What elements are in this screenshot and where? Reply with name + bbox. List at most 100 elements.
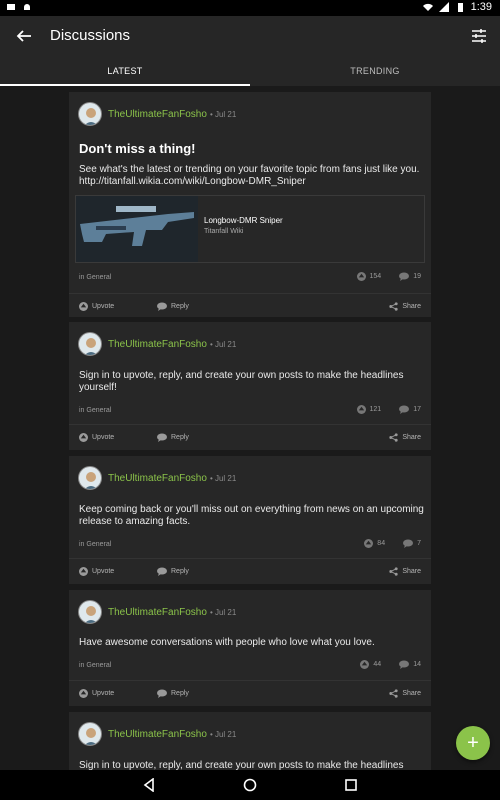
upvote-count-icon xyxy=(356,405,366,414)
reply-count: 19 xyxy=(413,273,421,280)
share-button[interactable]: Share xyxy=(389,559,421,583)
post-body[interactable]: Have awesome conversations with people w… xyxy=(79,637,424,649)
post-category[interactable]: in General xyxy=(79,662,111,669)
post-date: • Jul 21 xyxy=(209,339,237,349)
photo-notification-icon xyxy=(7,4,15,10)
author-name[interactable]: TheUltimateFanFosho xyxy=(108,607,207,618)
status-bar: 1:39 xyxy=(0,0,500,16)
avatar[interactable] xyxy=(78,600,102,624)
avatar[interactable] xyxy=(78,332,102,356)
upvote-label: Upvote xyxy=(92,302,115,310)
new-post-button[interactable]: + xyxy=(456,726,490,760)
share-button[interactable]: Share xyxy=(389,681,421,705)
post-date: • Jul 21 xyxy=(209,729,237,739)
post-actions: Upvote Reply Share xyxy=(69,425,431,449)
share-label: Share xyxy=(402,567,421,575)
reply-icon xyxy=(157,567,167,576)
reply-button[interactable]: Reply xyxy=(157,294,189,318)
reply-button[interactable]: Reply xyxy=(157,425,189,449)
back-nav-icon[interactable] xyxy=(142,778,156,792)
post-card[interactable]: TheUltimateFanFosho • Jul 21 Have awesom… xyxy=(69,590,431,706)
reply-button[interactable]: Reply xyxy=(157,559,189,583)
reply-count: 7 xyxy=(417,540,421,547)
share-label: Share xyxy=(402,433,421,441)
home-nav-icon[interactable] xyxy=(243,778,257,792)
upvote-button[interactable]: Upvote xyxy=(79,681,114,705)
upvote-icon xyxy=(79,688,88,698)
filter-settings-icon[interactable] xyxy=(470,27,488,45)
avatar[interactable] xyxy=(78,722,102,746)
tab-trending[interactable]: TRENDING xyxy=(250,56,500,86)
reply-label: Reply xyxy=(171,433,189,441)
share-icon xyxy=(389,688,398,698)
avatar[interactable] xyxy=(78,102,102,126)
upvote-count-icon xyxy=(360,660,370,669)
post-actions: Upvote Reply Share xyxy=(69,681,431,705)
reply-icon xyxy=(157,433,167,442)
reply-icon xyxy=(157,689,167,698)
reply-count-icon xyxy=(399,660,410,669)
post-header: TheUltimateFanFosho • Jul 21 xyxy=(78,600,236,624)
post-actions: Upvote Reply Share xyxy=(69,294,431,318)
post-category[interactable]: in General xyxy=(79,274,111,281)
author-name[interactable]: TheUltimateFanFosho xyxy=(108,339,207,350)
system-navigation-bar xyxy=(0,770,500,800)
share-button[interactable]: Share xyxy=(389,425,421,449)
author-name[interactable]: TheUltimateFanFosho xyxy=(108,109,207,120)
author-name[interactable]: TheUltimateFanFosho xyxy=(108,473,207,484)
post-header: TheUltimateFanFosho • Jul 21 xyxy=(78,102,236,126)
post-card[interactable]: TheUltimateFanFosho • Jul 21 Sign in to … xyxy=(69,712,431,770)
wifi-icon xyxy=(422,3,433,12)
reply-count: 14 xyxy=(413,661,421,668)
post-stats: 154 19 xyxy=(356,272,421,281)
upvote-count: 154 xyxy=(369,273,382,280)
share-icon xyxy=(389,566,398,576)
post-body[interactable]: Keep coming back or you'll miss out on e… xyxy=(79,504,424,528)
upvote-count-icon xyxy=(364,539,374,548)
post-category[interactable]: in General xyxy=(79,407,111,414)
link-thumbnail xyxy=(76,196,198,262)
reply-count-icon xyxy=(399,272,410,281)
post-card[interactable]: TheUltimateFanFosho • Jul 21 Don't miss … xyxy=(69,92,431,317)
tab-latest[interactable]: LATEST xyxy=(0,56,250,86)
share-icon xyxy=(389,301,398,311)
reply-count-icon xyxy=(403,539,414,548)
reply-label: Reply xyxy=(171,689,189,697)
share-button[interactable]: Share xyxy=(389,294,421,318)
signal-icon xyxy=(438,2,449,12)
upvote-label: Upvote xyxy=(92,689,115,697)
post-title[interactable]: Don't miss a thing! xyxy=(79,141,195,156)
post-body[interactable]: See what's the latest or trending on you… xyxy=(79,164,424,188)
clock: 1:39 xyxy=(470,1,492,13)
post-body[interactable]: Sign in to upvote, reply, and create you… xyxy=(79,370,424,394)
post-category[interactable]: in General xyxy=(79,541,111,548)
discussion-feed[interactable]: TheUltimateFanFosho • Jul 21 Don't miss … xyxy=(0,86,500,770)
upvote-label: Upvote xyxy=(92,567,115,575)
post-actions: Upvote Reply Share xyxy=(69,559,431,583)
upvote-button[interactable]: Upvote xyxy=(79,294,114,318)
page-title: Discussions xyxy=(50,27,131,44)
share-icon xyxy=(389,432,398,442)
post-body[interactable]: Sign in to upvote, reply, and create you… xyxy=(79,760,424,770)
post-card[interactable]: TheUltimateFanFosho • Jul 21 Sign in to … xyxy=(69,322,431,450)
upvote-count-icon xyxy=(356,272,366,281)
upvote-count: 84 xyxy=(377,540,386,547)
post-date: • Jul 21 xyxy=(209,607,237,617)
post-header: TheUltimateFanFosho • Jul 21 xyxy=(78,332,236,356)
app-bar: Discussions xyxy=(0,16,500,56)
author-name[interactable]: TheUltimateFanFosho xyxy=(108,729,207,740)
avatar[interactable] xyxy=(78,466,102,490)
upvote-button[interactable]: Upvote xyxy=(79,425,114,449)
upvote-button[interactable]: Upvote xyxy=(79,559,114,583)
recents-nav-icon[interactable] xyxy=(344,778,358,792)
tab-bar: LATEST TRENDING xyxy=(0,56,500,86)
back-arrow-icon[interactable] xyxy=(15,27,33,45)
link-preview[interactable]: Longbow-DMR Sniper Titanfall Wiki xyxy=(75,195,425,263)
upvote-icon xyxy=(79,432,88,442)
reply-button[interactable]: Reply xyxy=(157,681,189,705)
reply-label: Reply xyxy=(171,567,189,575)
post-header: TheUltimateFanFosho • Jul 21 xyxy=(78,722,236,746)
upvote-label: Upvote xyxy=(92,433,115,441)
post-card[interactable]: TheUltimateFanFosho • Jul 21 Keep coming… xyxy=(69,456,431,584)
reply-count: 17 xyxy=(413,406,421,413)
